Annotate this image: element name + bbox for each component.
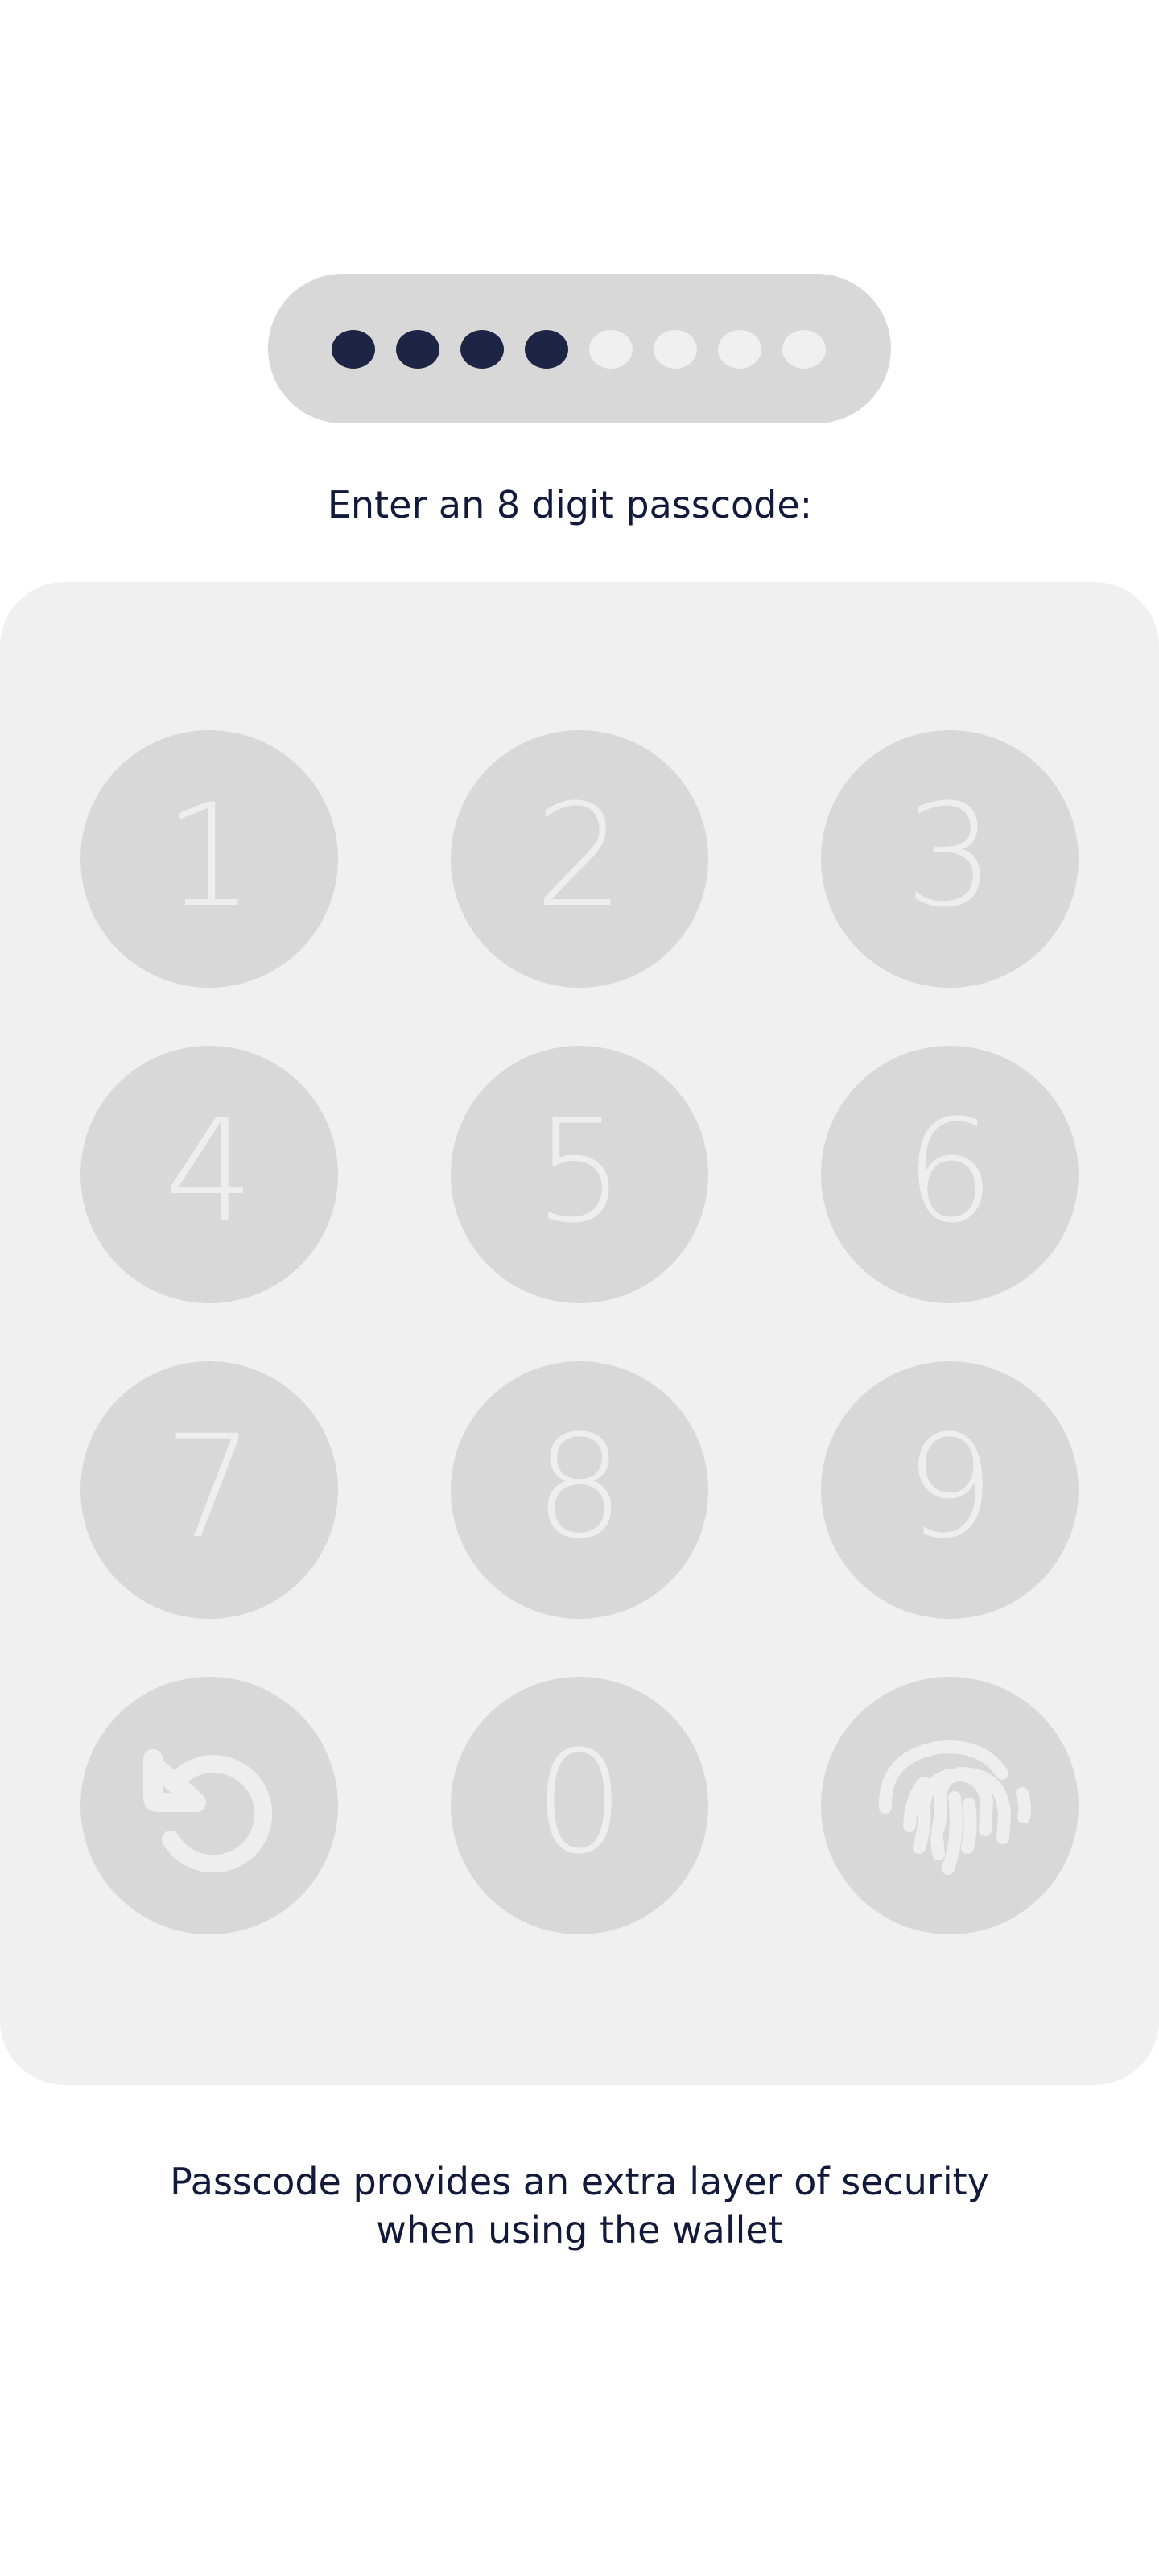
reset-icon <box>143 1749 273 1873</box>
key-label: 4 <box>164 1089 254 1254</box>
security-note-line1: Passcode provides an extra layer of secu… <box>170 2160 989 2203</box>
passcode-dot <box>460 330 504 369</box>
key-4[interactable]: 4 <box>80 1046 338 1303</box>
key-6[interactable]: 6 <box>821 1046 1079 1303</box>
key-label: 8 <box>534 1405 625 1570</box>
security-note: Passcode provides an extra layer of secu… <box>0 2157 1159 2254</box>
passcode-dot <box>332 330 375 369</box>
passcode-prompt: Enter an 8 digit passcode: <box>327 483 813 526</box>
key-label: 6 <box>905 1089 995 1254</box>
passcode-dot <box>525 330 568 369</box>
passcode-dot <box>654 330 697 369</box>
key-1[interactable]: 1 <box>80 730 338 988</box>
key-label: 0 <box>534 1720 625 1885</box>
key-label: 3 <box>905 774 995 939</box>
keypad: 1 2 3 4 5 6 7 8 9 0 <box>0 582 1159 2085</box>
key-label: 9 <box>905 1405 995 1570</box>
key-label: 7 <box>164 1405 254 1570</box>
key-label: 2 <box>534 774 625 939</box>
passcode-dot <box>718 330 761 369</box>
key-5[interactable]: 5 <box>451 1046 708 1303</box>
security-note-line2: when using the wallet <box>376 2208 783 2252</box>
passcode-indicator <box>268 274 891 423</box>
reset-button[interactable] <box>80 1677 338 1934</box>
fingerprint-icon <box>878 1740 1032 1875</box>
key-9[interactable]: 9 <box>821 1361 1079 1619</box>
key-label: 5 <box>534 1089 625 1254</box>
key-0[interactable]: 0 <box>451 1677 708 1934</box>
fingerprint-button[interactable] <box>821 1677 1079 1934</box>
key-8[interactable]: 8 <box>451 1361 708 1619</box>
key-7[interactable]: 7 <box>80 1361 338 1619</box>
key-3[interactable]: 3 <box>821 730 1079 988</box>
passcode-dot <box>782 330 826 369</box>
passcode-dot <box>396 330 439 369</box>
passcode-dot <box>589 330 633 369</box>
key-2[interactable]: 2 <box>451 730 708 988</box>
key-label: 1 <box>164 774 254 939</box>
